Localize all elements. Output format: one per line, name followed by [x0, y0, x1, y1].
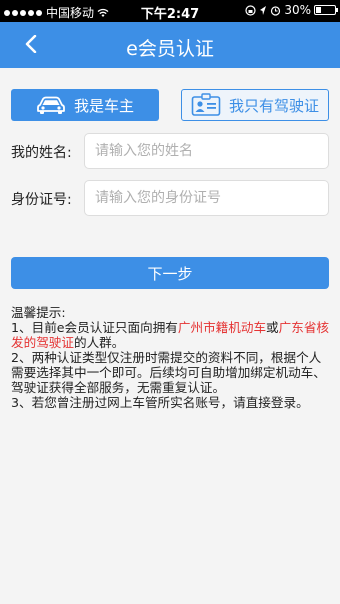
tips-item-1-prefix: 1、目前e会员认证只面向拥有 [11, 320, 178, 335]
tips-highlight-vehicle: 广州市籍机动车 [177, 320, 267, 335]
id-card-icon [191, 93, 221, 116]
type-license-label: 我只有驾驶证 [228, 96, 319, 115]
id-row: 身份证号: [11, 180, 329, 216]
nav-bar: e会员认证 [0, 22, 340, 68]
next-button-label: 下一步 [147, 264, 193, 283]
type-license-button[interactable]: 我只有驾驶证 [181, 89, 329, 121]
alarm-icon [271, 5, 281, 16]
rotation-lock-icon [245, 4, 256, 16]
page-title: e会员认证 [126, 38, 214, 60]
location-icon [260, 5, 267, 15]
id-number-label: 身份证号: [11, 192, 72, 208]
tips-item-1: 1、目前e会员认证只面向拥有广州市籍机动车或广东省核发的驾驶证的人群。 [11, 320, 329, 350]
type-owner-button[interactable]: 我是车主 [11, 89, 159, 121]
name-row: 我的姓名: [11, 133, 329, 169]
name-label: 我的姓名: [11, 145, 72, 161]
status-bar: 中国移动 下午2:47 30% [0, 0, 340, 22]
tips-heading: 温馨提示: [11, 305, 66, 320]
car-icon [37, 96, 65, 114]
battery-percent: 30% [284, 3, 311, 17]
type-owner-label: 我是车主 [73, 96, 134, 115]
tips-panel: 温馨提示: 1、目前e会员认证只面向拥有广州市籍机动车或广东省核发的驾驶证的人群… [11, 305, 329, 410]
tips-item-1-mid: 或 [266, 320, 279, 335]
tips-item-1-suffix: 的人群。 [73, 335, 125, 350]
tips-item-2: 2、两种认证类型仅注册时需提交的资料不同，根据个人需要选择其中一个即可。后续均可… [11, 350, 326, 395]
auth-type-selector: 我是车主 我只有驾驶证 [11, 89, 329, 121]
next-button[interactable]: 下一步 [11, 257, 329, 289]
status-right: 30% [245, 3, 338, 17]
id-number-input[interactable] [84, 180, 329, 216]
battery-icon [314, 5, 338, 15]
name-input[interactable] [84, 133, 329, 169]
tips-item-3: 3、若您曾注册过网上车管所实名账号，请直接登录。 [11, 395, 309, 410]
